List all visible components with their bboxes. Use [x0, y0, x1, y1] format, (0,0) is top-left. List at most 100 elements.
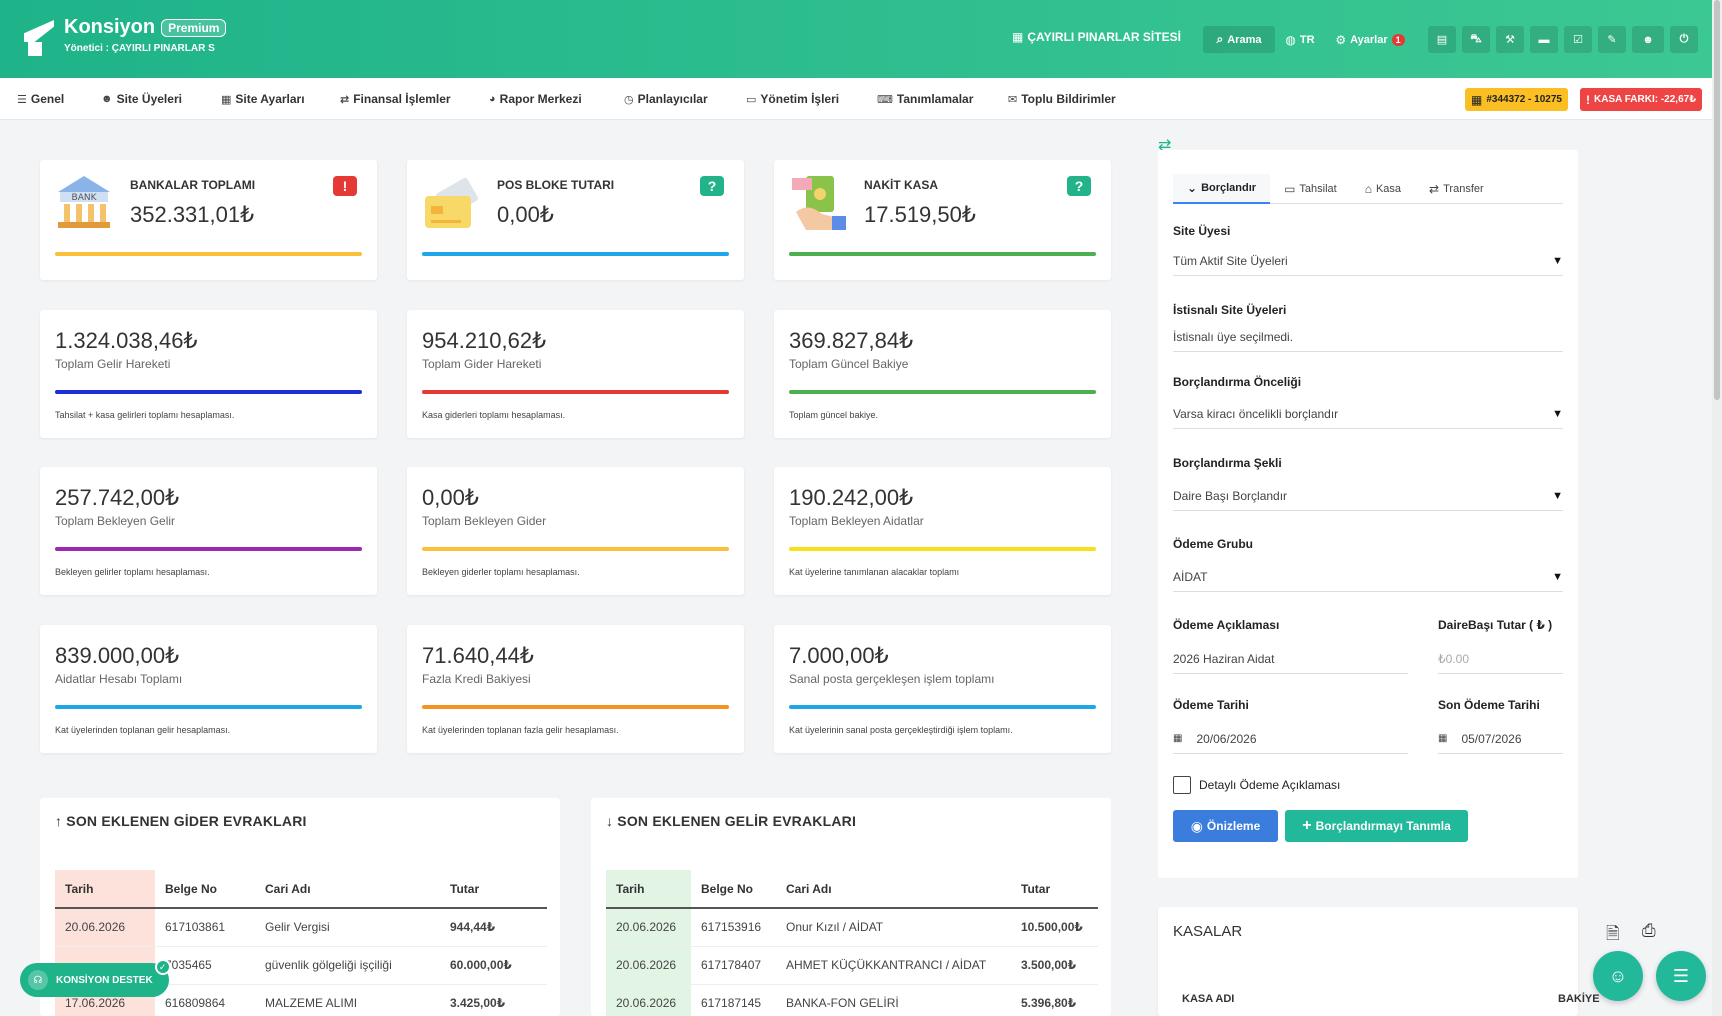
menu-icon: ☰: [17, 93, 27, 106]
page-scrollbar[interactable]: [1712, 0, 1722, 1016]
stat-value: 369.827,84₺: [789, 328, 914, 353]
building-icon: ▦: [1471, 92, 1483, 107]
col-kasa-adi: KASA ADI: [1182, 993, 1235, 1005]
chatbot-button[interactable]: ☺: [1593, 951, 1643, 1001]
list-menu-button[interactable]: ☰: [1656, 951, 1706, 1001]
chevron-down-icon: ⌄: [1187, 181, 1198, 195]
site-name-link[interactable]: ▦ ÇAYIRLI PINARLAR SİTESİ: [1012, 30, 1181, 44]
site-member-select[interactable]: Tüm Aktif Site Üyeleri ▼: [1173, 246, 1563, 276]
banks-value: 352.331,01₺: [130, 202, 255, 227]
col-cari-adi: Cari Adı: [255, 870, 440, 909]
stat-card: 7.000,00₺ Sanal posta gerçekleşen işlem t…: [774, 625, 1111, 753]
nav-toplu-bildirimler[interactable]: ✉ Toplu Bildirimler: [1008, 92, 1116, 106]
nav-site-ayarlari[interactable]: ▦ Site Ayarları: [221, 92, 305, 106]
calendar-icon: ▦: [1173, 733, 1183, 744]
nav-yonetim-isleri[interactable]: ▭ Yönetim İşleri: [746, 92, 839, 106]
table-row[interactable]: 20.06.2026 617103861 Gelir Vergisi 944,44₺: [55, 908, 547, 947]
language-button[interactable]: ◍ TR: [1281, 26, 1319, 53]
tab-borclandir[interactable]: ⌄ Borçlandır: [1173, 174, 1271, 204]
nav-genel[interactable]: ☰ Genel: [17, 92, 64, 106]
stat-label: Toplam Gider Hareketi: [422, 357, 542, 371]
cash-bar: [789, 252, 1096, 256]
search-button[interactable]: ⌕ Arama: [1203, 26, 1275, 53]
edit-icon: ✎: [1607, 34, 1617, 46]
stat-label: Fazla Kredi Bakiyesi: [422, 672, 531, 686]
help-icon[interactable]: ?: [700, 176, 724, 196]
nav-planlayicilar[interactable]: ◷ Planlayıcılar: [624, 92, 708, 106]
car-button[interactable]: ⛍: [1462, 26, 1490, 53]
desc-input[interactable]: 2026 Haziran Aidat: [1173, 644, 1408, 674]
stat-value: 190.242,00₺: [789, 485, 914, 510]
tab-transfer[interactable]: ⇄ Transfer: [1415, 174, 1498, 204]
alert-icon[interactable]: !: [333, 176, 357, 196]
arrow-down-icon: ↓: [606, 813, 618, 829]
stat-label: Aidatlar Hesabı Toplamı: [55, 672, 183, 686]
kasa-diff-tag[interactable]: ! KASA FARKI: -22,67₺: [1580, 88, 1703, 111]
desc-label: Ödeme Açıklaması: [1173, 618, 1280, 632]
car-icon: ⛍: [1470, 32, 1482, 45]
keyboard-icon: ⌨: [877, 93, 893, 106]
group-select[interactable]: AİDAT ▼: [1173, 562, 1563, 592]
detail-checkbox-row[interactable]: Detaylı Ödeme Açıklaması: [1173, 776, 1340, 794]
pos-bar: [422, 252, 729, 256]
calendar-button[interactable]: ☑: [1564, 26, 1592, 53]
exempt-select[interactable]: İstisnalı üye seçilmedi.: [1173, 322, 1563, 352]
due-date-label: Son Ödeme Tarihi: [1438, 698, 1540, 712]
priority-select[interactable]: Varsa kiracı öncelikli borçlandır ▼: [1173, 399, 1563, 429]
stat-foot: Kat üyelerinin sanal posta gerçekleştird…: [789, 725, 1013, 735]
id-card-button[interactable]: ▤: [1428, 26, 1456, 53]
col-belge-no: Belge No: [155, 870, 255, 909]
amount-label: DaireBaşı Tutar ( ₺ ): [1438, 618, 1553, 632]
stat-label: Toplam Bekleyen Aidatlar: [789, 514, 924, 528]
caret-down-icon: ▼: [1552, 570, 1563, 583]
priority-label: Borçlandırma Önceliği: [1173, 375, 1302, 389]
stat-foot: Kat üyelerine tanımlanan alacaklar topla…: [789, 567, 960, 577]
help-icon[interactable]: ?: [1067, 176, 1091, 196]
exclamation-icon: !: [1586, 92, 1590, 107]
stat-foot: Kat üyelerinden toplanan gelir hesaplama…: [55, 725, 231, 735]
print-icon[interactable]: ⎙: [1642, 921, 1656, 941]
support-button[interactable]: ☊ KONSİYON DESTEK ✓: [20, 959, 171, 997]
tools-icon: ⚒: [1505, 34, 1515, 46]
money-button[interactable]: ▬: [1530, 26, 1558, 53]
stat-card: 190.242,00₺ Toplam Bekleyen Aidatlar Kat ü…: [774, 467, 1111, 595]
logout-button[interactable]: ⏻: [1670, 26, 1698, 53]
tab-kasa[interactable]: ⌂ Kasa: [1351, 174, 1415, 204]
method-label: Borçlandırma Şekli: [1173, 456, 1282, 470]
users-button[interactable]: ☻: [1632, 26, 1664, 53]
table-row[interactable]: 20.06.2026 617187145 BANKA-FON GELİRİ 5.396…: [606, 984, 1098, 1016]
account-tag[interactable]: ▦ #344372 - 10275: [1465, 88, 1568, 111]
edit-button[interactable]: ✎: [1598, 26, 1626, 53]
income-table: Tarih Belge No Cari Adı Tutar 20.06.2026 617…: [606, 870, 1098, 1016]
users-icon: ☻: [101, 93, 113, 105]
due-date-input[interactable]: ▦ 05/07/2026: [1438, 724, 1563, 754]
define-debit-button[interactable]: + Borçlandırmayı Tanımla: [1285, 810, 1468, 842]
table-row[interactable]: 20.06.2026 617178407 AHMET KÜÇÜKKANTRANCI …: [606, 946, 1098, 985]
preview-button[interactable]: ◉ Önizleme: [1173, 810, 1278, 842]
tab-tahsilat[interactable]: ▭ Tahsilat: [1270, 174, 1351, 204]
settings-button[interactable]: ⚙ Ayarlar 1: [1330, 26, 1410, 53]
col-tarih: Tarih: [606, 870, 691, 909]
tools-button[interactable]: ⚒: [1496, 26, 1524, 53]
amount-input[interactable]: ₺0.00: [1438, 644, 1563, 674]
stat-card: 369.827,84₺ Toplam Güncel Bakiye Toplam gü…: [774, 310, 1111, 438]
building-icon: ▦: [1012, 30, 1024, 44]
nav-finansal-islemler[interactable]: ⇄ Finansal İşlemler: [340, 92, 451, 106]
stat-bar: [422, 390, 729, 394]
nav-site-uyeleri[interactable]: ☻ Site Üyeleri: [101, 92, 182, 106]
date-input[interactable]: ▦ 20/06/2026: [1173, 724, 1408, 754]
nav-tanimlamalar[interactable]: ⌨ Tanımlamalar: [877, 92, 973, 106]
table-row[interactable]: 20.06.2026 617153916 Onur Kızıl / AİDAT 10.…: [606, 908, 1098, 947]
col-tutar: Tutar: [440, 870, 547, 909]
caret-down-icon: ▼: [1552, 254, 1563, 267]
excel-icon[interactable]: 🗎: [1606, 921, 1620, 950]
detail-checkbox[interactable]: [1173, 776, 1191, 794]
stat-card: 1.324.038,46₺ Toplam Gelir Hareketi Tahsil…: [40, 310, 377, 438]
col-belge-no: Belge No: [691, 870, 776, 909]
brand[interactable]: Konsiyon Premium Yönetici : ÇAYIRLI PINAR…: [22, 16, 227, 58]
method-select[interactable]: Daire Başı Borçlandır ▼: [1173, 481, 1563, 511]
stat-foot: Kasa giderleri toplamı hesaplaması.: [422, 410, 566, 420]
col-tarih: Tarih: [55, 870, 155, 909]
nav-rapor-merkezi[interactable]: ◕ Rapor Merkezi: [489, 92, 582, 106]
scrollbar-thumb[interactable]: [1714, 0, 1720, 400]
